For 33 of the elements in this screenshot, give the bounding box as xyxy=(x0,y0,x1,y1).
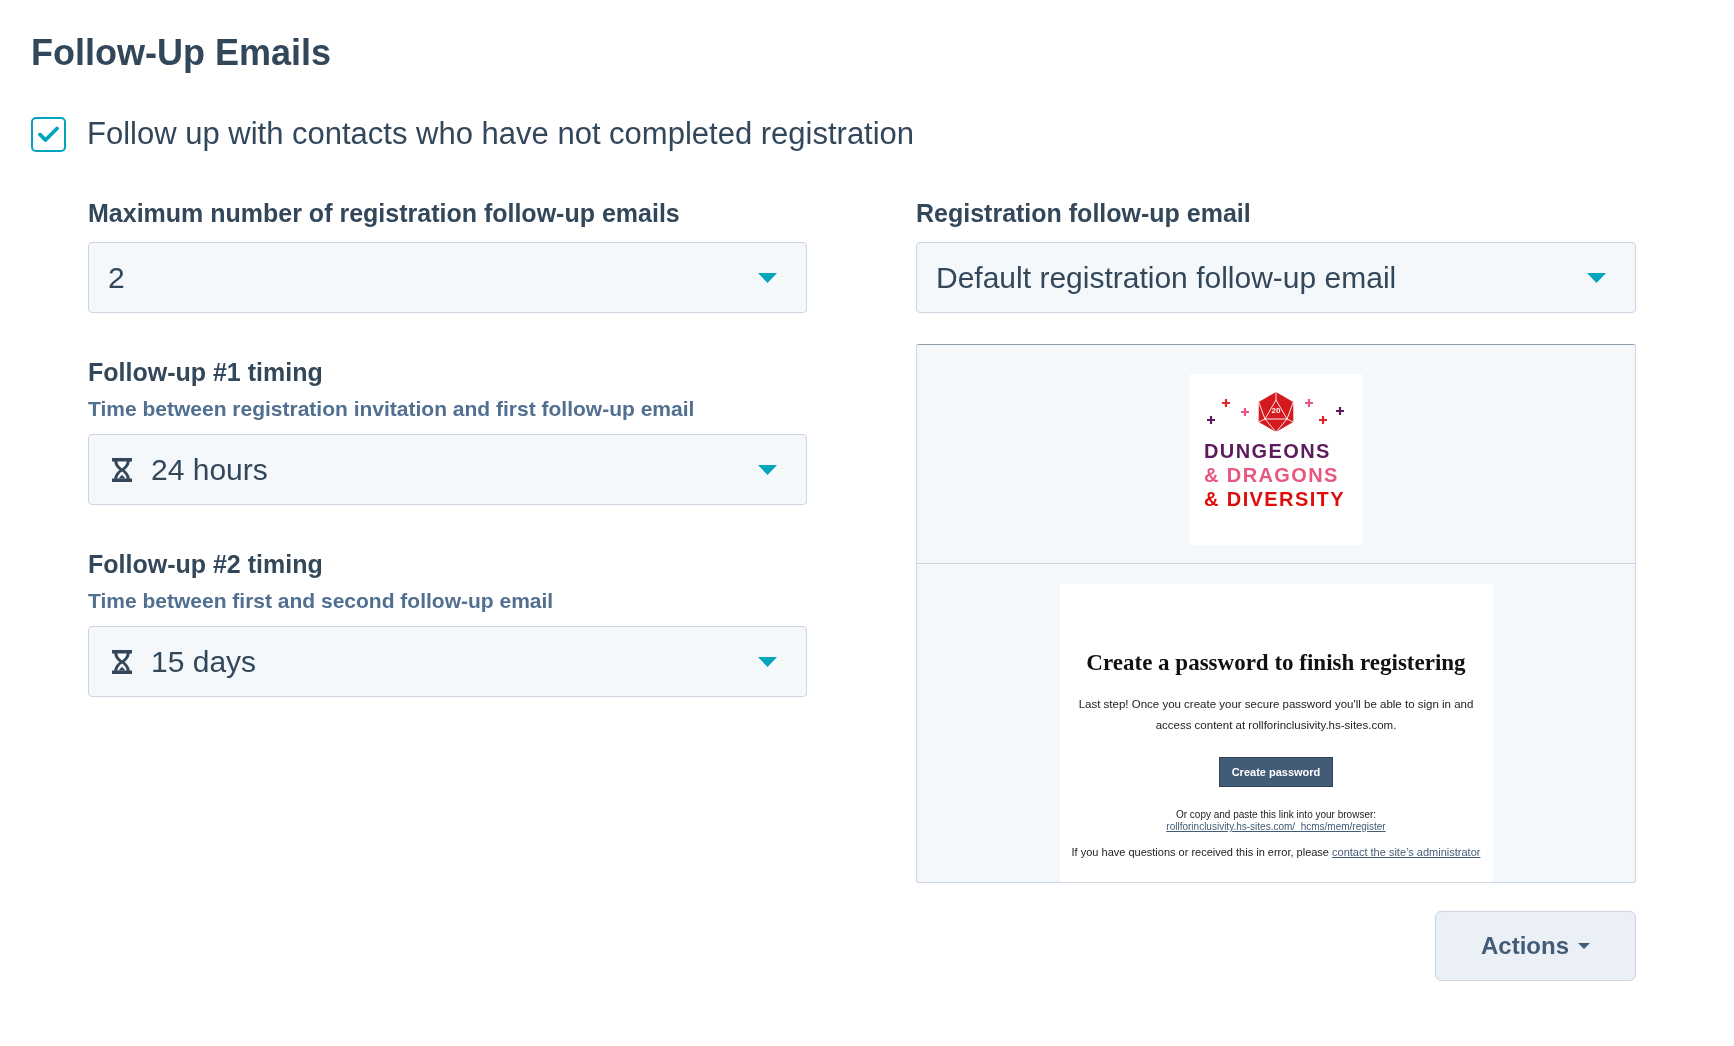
checkbox[interactable] xyxy=(31,116,66,152)
field-description: Time between first and second follow-up email xyxy=(88,589,554,613)
logo-text: & DIVERSITY xyxy=(1204,487,1345,511)
email-template-select[interactable]: Default registration follow-up email xyxy=(916,242,1636,313)
field-description: Time between registration invitation and first follow-up email xyxy=(88,397,695,421)
hourglass-icon xyxy=(111,457,133,482)
field-label: Registration follow-up email xyxy=(916,199,1251,227)
create-password-button[interactable]: Create password xyxy=(1218,757,1334,787)
caret-icon xyxy=(758,656,777,667)
field-label: Follow-up #2 timing xyxy=(88,550,323,578)
check-icon xyxy=(38,126,59,142)
caret-icon xyxy=(1587,272,1606,283)
email-paragraph: Last step! Once you create your secure password you'll be able to sign in and access content at rollforinclusivity.hs-sites.com. xyxy=(1077,697,1475,733)
actions-button[interactable]: Actions xyxy=(1435,911,1636,981)
contact-admin-link[interactable]: contact the site’s administrator xyxy=(1332,846,1481,858)
checkbox-label[interactable]: Follow up with contacts who have not completed registration xyxy=(87,116,915,152)
section-title: Follow-Up Emails xyxy=(31,33,332,73)
hourglass-icon xyxy=(111,649,133,674)
logo-text: & DRAGONS xyxy=(1204,463,1339,487)
die-number: 20 xyxy=(1271,407,1281,415)
timing-select[interactable]: 15 days xyxy=(88,626,807,697)
field-label: Follow-up #1 timing xyxy=(88,358,323,386)
number-select[interactable]: 2 xyxy=(88,242,807,313)
link-intro-text: Or copy and paste this link into your browser: xyxy=(1175,809,1377,821)
email-heading: Create a password to finish registering xyxy=(1086,649,1466,677)
caret-icon xyxy=(758,272,777,283)
register-link[interactable]: rollforinclusivity.hs-sites.com/_hcms/mem/register xyxy=(1166,821,1386,833)
timing-select[interactable]: 24 hours xyxy=(88,434,807,505)
caret-icon xyxy=(1578,943,1590,949)
email-footer-text: If you have questions or received this in error, please contact the site’s administrator xyxy=(1071,845,1481,860)
logo-text: DUNGEONS xyxy=(1204,439,1331,463)
field-label: Maximum number of registration follow-up emails xyxy=(88,199,680,227)
caret-icon xyxy=(758,464,777,475)
